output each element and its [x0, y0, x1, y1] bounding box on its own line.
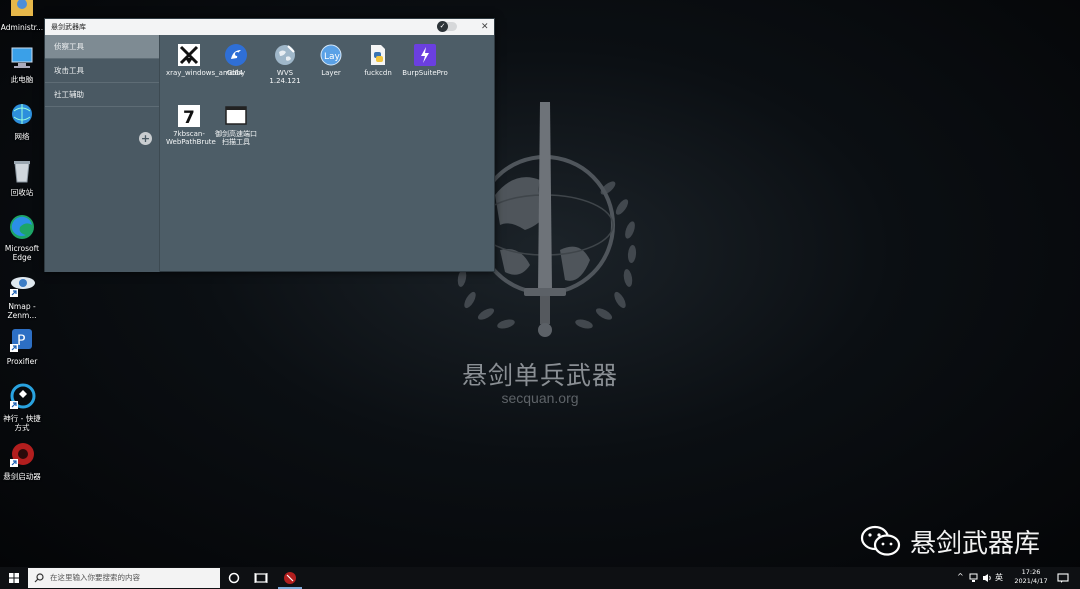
- windows-logo-icon: [9, 573, 19, 583]
- notifications-icon[interactable]: [1056, 571, 1070, 585]
- desktop-icon-nmap[interactable]: Nmap - Zenm...: [0, 271, 44, 320]
- desktop: 悬剑单兵武器 secquan.org 悬剑武器库 Administr... 此电…: [0, 0, 1080, 567]
- search-icon: [34, 573, 44, 583]
- tool-label: fuckcdn: [364, 69, 392, 77]
- wallpaper-subtitle: secquan.org: [501, 390, 579, 406]
- user-folder-icon: [8, 0, 36, 20]
- python-script-icon: [367, 44, 389, 66]
- desktop-icon-recycle-bin[interactable]: 回收站: [0, 157, 44, 197]
- wvs-globe-icon: [274, 44, 296, 66]
- sidebar-item-recon[interactable]: 侦察工具: [45, 35, 159, 59]
- cortana-icon[interactable]: [227, 571, 241, 585]
- desktop-icon-proxifier[interactable]: P Proxifier: [0, 326, 44, 366]
- tool-label: BurpSuitePro: [402, 69, 448, 77]
- tool-xray[interactable]: xray_windows_amd64: [166, 44, 243, 77]
- clock-date: 2021/4/17: [1014, 577, 1048, 585]
- system-tray: ^ 英: [955, 567, 1005, 589]
- category-sidebar: 侦察工具 攻击工具 社工辅助 +: [45, 35, 160, 272]
- goby-icon: [225, 44, 247, 66]
- desktop-icon-xuanjian-launcher[interactable]: 悬剑启动器: [0, 441, 44, 481]
- svg-text:7: 7: [183, 108, 195, 127]
- tool-yujian-portscan[interactable]: 御剑高速端口扫描工具: [213, 105, 259, 146]
- desktop-icon-network[interactable]: 网络: [0, 101, 44, 141]
- desktop-icon-label: 此电脑: [10, 75, 34, 84]
- tool-7kbscan[interactable]: 7 7kbscan-WebPathBrute: [166, 105, 216, 146]
- wechat-watermark: 悬剑武器库: [860, 524, 1041, 559]
- watermark-text: 悬剑武器库: [910, 528, 1041, 559]
- search-placeholder: 在这里输入你要搜索的内容: [50, 573, 140, 582]
- shenxing-icon: [8, 383, 36, 411]
- xray-icon: [178, 44, 200, 66]
- app-window: 悬剑武器库 ✓ ✕ 侦察工具 攻击工具 社工辅助 + xray_windows_…: [44, 18, 495, 272]
- taskbar-search-box[interactable]: 在这里输入你要搜索的内容: [28, 568, 220, 588]
- recycle-bin-icon: [8, 157, 36, 185]
- tool-layer[interactable]: Lay Layer: [308, 44, 354, 77]
- theme-toggle[interactable]: ✓: [437, 21, 457, 32]
- tool-burpsuite[interactable]: BurpSuitePro: [402, 44, 448, 77]
- network-tray-icon[interactable]: [969, 573, 979, 583]
- proxifier-icon: P: [8, 326, 36, 354]
- desktop-icon-label: 神行 - 快捷方式: [3, 414, 41, 432]
- tool-wvs[interactable]: WVS 1.24.121: [262, 44, 308, 85]
- computer-icon: [8, 44, 36, 72]
- close-icon[interactable]: ✕: [481, 19, 489, 35]
- desktop-icon-label: Administr...: [0, 23, 44, 32]
- desktop-icon-label: 网络: [14, 132, 30, 141]
- window-titlebar[interactable]: 悬剑武器库 ✓ ✕: [45, 19, 494, 35]
- tool-label: Layer: [321, 69, 341, 77]
- sidebar-item-social[interactable]: 社工辅助: [45, 83, 159, 107]
- tool-label: WVS 1.24.121: [269, 69, 301, 85]
- desktop-icon-label: Microsoft Edge: [4, 244, 40, 262]
- desktop-icon-label: Nmap - Zenm...: [7, 302, 37, 320]
- desktop-icon-label: Proxifier: [6, 357, 38, 366]
- taskbar: 在这里输入你要搜索的内容 ^ 英 17:26 2021/4/17: [0, 567, 1080, 589]
- svg-text:Lay: Lay: [324, 52, 341, 62]
- nmap-eye-icon: [8, 271, 36, 299]
- edge-icon: [8, 213, 36, 241]
- tool-fuckcdn[interactable]: fuckcdn: [355, 44, 401, 77]
- start-button[interactable]: [0, 567, 28, 589]
- seven-k-icon: 7: [178, 105, 200, 128]
- burpsuite-icon: [414, 44, 436, 66]
- wechat-icon: [860, 525, 901, 556]
- desktop-icon-label: 回收站: [10, 188, 34, 197]
- desktop-icon-label: 悬剑启动器: [3, 472, 41, 481]
- volume-icon[interactable]: [982, 573, 992, 583]
- clock-time: 17:26: [1021, 568, 1041, 576]
- network-icon: [8, 101, 36, 129]
- tool-goby[interactable]: Goby: [213, 44, 259, 77]
- svg-text:P: P: [17, 333, 25, 349]
- desktop-icon-edge[interactable]: Microsoft Edge: [0, 213, 44, 262]
- tool-grid: xray_windows_amd64 Goby WVS 1.24.121 Lay…: [161, 35, 494, 271]
- xuanjian-launcher-icon: [8, 441, 36, 469]
- desktop-icon-administrator[interactable]: Administr...: [0, 0, 44, 32]
- add-category-button[interactable]: +: [139, 132, 152, 145]
- task-view-icon[interactable]: [254, 571, 268, 585]
- wallpaper-title: 悬剑单兵武器: [461, 361, 618, 390]
- toggle-knob-icon: ✓: [437, 21, 448, 32]
- layer-icon: Lay: [320, 44, 342, 66]
- tool-label: Goby: [226, 69, 246, 77]
- sidebar-item-attack[interactable]: 攻击工具: [45, 59, 159, 83]
- desktop-icon-shenxing[interactable]: 神行 - 快捷方式: [0, 383, 44, 432]
- tray-overflow-icon[interactable]: ^: [957, 572, 964, 581]
- clock[interactable]: 17:26 2021/4/17: [1010, 568, 1052, 586]
- tool-label: 御剑高速端口扫描工具: [215, 130, 257, 146]
- xuanjian-taskbar-icon[interactable]: [283, 571, 297, 585]
- ime-indicator[interactable]: 英: [995, 572, 1003, 583]
- tool-label: 7kbscan-WebPathBrute: [166, 130, 216, 146]
- window-app-icon: [225, 105, 247, 127]
- desktop-icon-this-pc[interactable]: 此电脑: [0, 44, 44, 84]
- window-title: 悬剑武器库: [51, 23, 86, 31]
